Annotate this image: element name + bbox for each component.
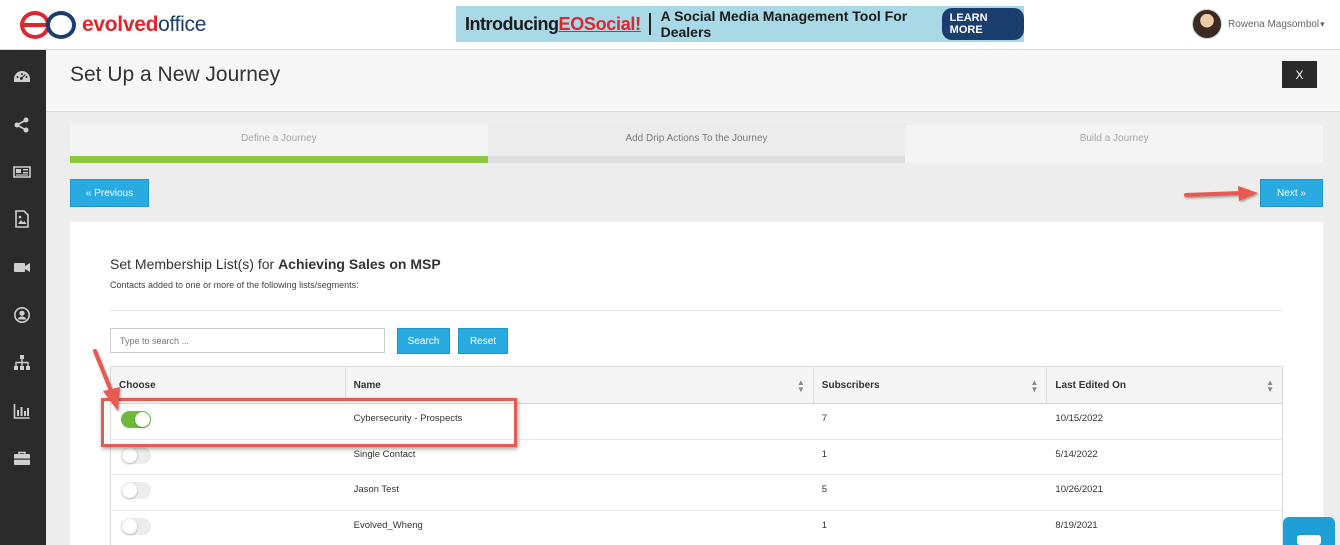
subscriber-count: 5: [821, 484, 828, 495]
table-row: Evolved_Wheng 1 8/19/2021: [111, 511, 1282, 545]
logo-text: evolvedoffice: [82, 13, 207, 36]
bar-chart-icon[interactable]: [13, 402, 31, 420]
sidebar: [0, 50, 46, 545]
page-header: Set Up a New Journey X: [46, 50, 1340, 112]
user-menu[interactable]: Rowena Magsombol ▾: [1192, 9, 1325, 39]
next-button[interactable]: Next »: [1260, 179, 1323, 207]
list-name: Evolved_Wheng: [353, 519, 423, 531]
reset-button[interactable]: Reset: [458, 328, 508, 354]
image-file-icon[interactable]: [13, 210, 31, 228]
step-add-drip-actions[interactable]: Add Drip Actions To the Journey: [487, 125, 906, 163]
column-header-subscribers[interactable]: Subscribers ▲ ▼: [814, 367, 1048, 403]
sort-icon[interactable]: ▲ ▼: [797, 379, 805, 394]
wizard-steps: Define a Journey Add Drip Actions To the…: [70, 125, 1324, 163]
table-row: Jason Test 5 10/26/2021: [111, 475, 1282, 511]
banner-separator: [648, 13, 651, 35]
last-edited-date: 10/26/2021: [1055, 484, 1103, 495]
step-label: Build a Journey: [1079, 133, 1149, 144]
banner-tagline: A Social Media Management Tool For Deale…: [660, 8, 908, 40]
subscriber-count: 7: [821, 413, 828, 424]
avatar[interactable]: [1192, 9, 1222, 39]
list-name: Jason Test: [353, 484, 399, 495]
search-button[interactable]: Search: [397, 328, 450, 354]
briefcase-icon[interactable]: [13, 450, 31, 468]
step-label: Add Drip Actions To the Journey: [625, 133, 768, 144]
last-edited-date: 5/14/2022: [1055, 448, 1098, 460]
column-header-last-edited[interactable]: Last Edited On ▲ ▼: [1047, 367, 1282, 403]
user-name[interactable]: Rowena Magsombol: [1228, 19, 1319, 30]
choose-toggle[interactable]: [121, 446, 151, 464]
step-progress-bar: [70, 156, 488, 163]
promo-banner[interactable]: Introducing EOSocial! A Social Media Man…: [456, 6, 1024, 42]
step-progress-bar: [487, 156, 906, 163]
search-input[interactable]: [110, 328, 385, 353]
subscriber-count: 1: [821, 448, 828, 460]
sort-icon[interactable]: ▲ ▼: [1030, 379, 1038, 394]
sitemap-icon[interactable]: [13, 354, 31, 372]
chat-bubble-icon: [1297, 535, 1321, 545]
page-title: Set Up a New Journey: [70, 63, 281, 86]
previous-button[interactable]: « Previous: [70, 179, 149, 207]
logo-mark-icon: [20, 9, 78, 41]
last-edited-date: 10/15/2022: [1055, 413, 1103, 424]
video-camera-icon[interactable]: [13, 258, 31, 276]
last-edited-date: 8/19/2021: [1055, 519, 1098, 531]
banner-intro: Introducing: [465, 13, 559, 34]
panel-title: Set Membership List(s) for Achieving Sal…: [110, 256, 441, 272]
step-build-journey[interactable]: Build a Journey: [905, 125, 1324, 163]
annotation-arrow-right-icon: [1184, 186, 1258, 201]
dashboard-icon[interactable]: [13, 68, 31, 86]
annotation-highlight-box: [101, 398, 517, 447]
membership-table: Choose Name ▲ ▼ Subscribers ▲ ▼ Last Edited …: [110, 366, 1283, 545]
panel-subtitle: Contacts added to one or more of the fol…: [110, 280, 359, 290]
step-define-journey[interactable]: Define a Journey: [70, 125, 488, 163]
annotation-arrow-down-icon: [93, 349, 120, 411]
choose-toggle[interactable]: [121, 482, 151, 499]
chevron-down-icon[interactable]: ▾: [1320, 19, 1325, 30]
close-button[interactable]: X: [1282, 61, 1317, 88]
divider: [110, 310, 1283, 311]
subscriber-count: 1: [821, 519, 828, 531]
sort-icon[interactable]: ▲ ▼: [1266, 379, 1274, 394]
chat-widget-button[interactable]: [1283, 517, 1335, 545]
journey-name: Achieving Sales on MSP: [278, 256, 441, 272]
evolvedoffice-logo[interactable]: evolvedoffice: [20, 9, 206, 41]
share-icon[interactable]: [13, 116, 31, 134]
choose-toggle[interactable]: [121, 517, 151, 535]
step-progress-bar: [905, 156, 1324, 163]
top-bar: evolvedoffice Introducing EOSocial! A So…: [0, 0, 1340, 50]
membership-panel: Set Membership List(s) for Achieving Sal…: [70, 222, 1323, 545]
newspaper-icon[interactable]: [13, 163, 31, 181]
user-circle-icon[interactable]: [13, 306, 31, 324]
learn-more-button[interactable]: LEARN MORE: [941, 8, 1024, 40]
banner-brand: EOSocial!: [558, 13, 641, 34]
step-label: Define a Journey: [241, 133, 317, 144]
